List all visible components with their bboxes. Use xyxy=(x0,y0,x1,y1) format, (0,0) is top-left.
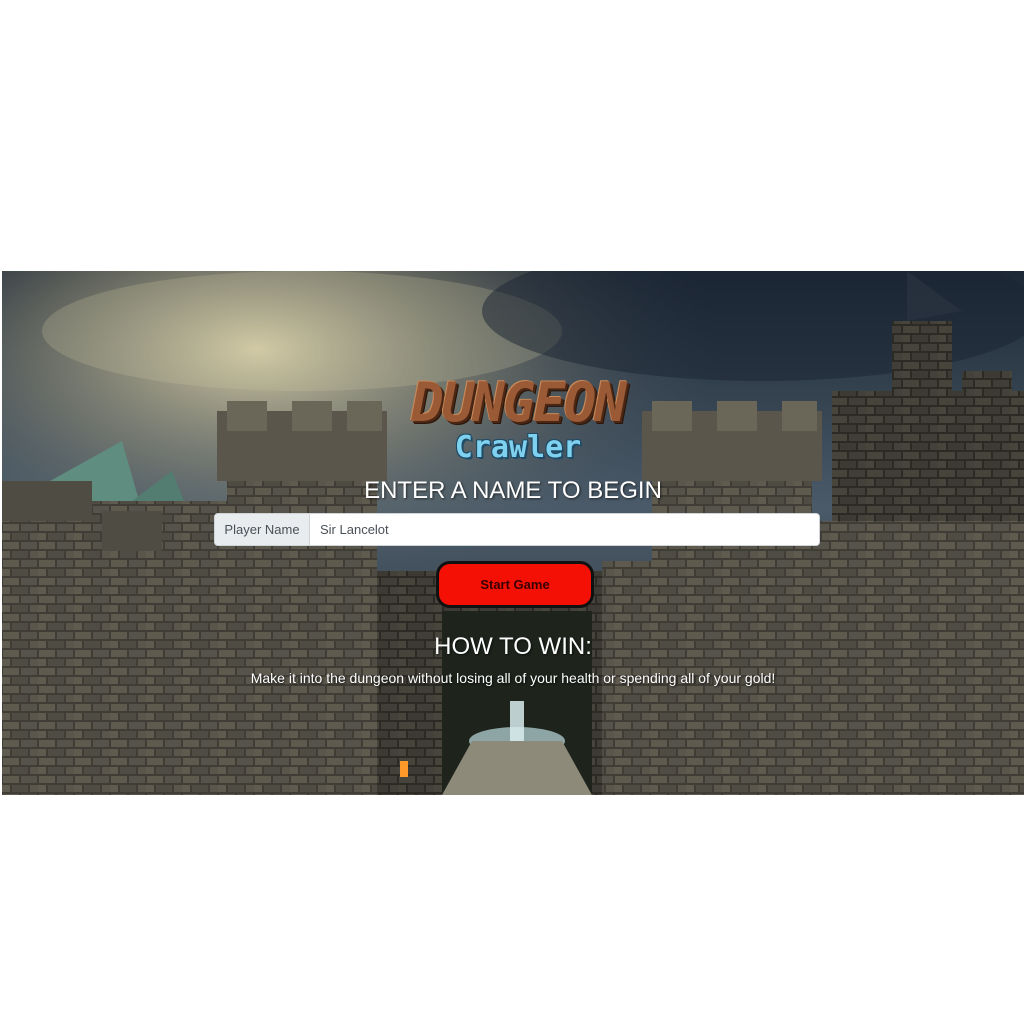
player-name-input[interactable] xyxy=(310,514,819,545)
how-to-win-text: Make it into the dungeon without losing … xyxy=(250,670,776,686)
player-name-group: Player Name xyxy=(214,513,820,546)
menu-overlay: DUNGEON Crawler ENTER A NAME TO BEGIN Pl… xyxy=(2,271,1024,795)
game-title-screen: DUNGEON Crawler ENTER A NAME TO BEGIN Pl… xyxy=(2,271,1024,795)
player-name-label: Player Name xyxy=(215,514,310,545)
how-to-win-heading: HOW TO WIN: xyxy=(434,633,592,660)
logo-title: DUNGEON xyxy=(411,371,627,434)
logo-subtitle: Crawler xyxy=(454,430,582,465)
start-game-button[interactable]: Start Game xyxy=(436,561,594,608)
game-logo: DUNGEON Crawler xyxy=(368,375,668,475)
enter-name-heading: ENTER A NAME TO BEGIN xyxy=(364,477,662,504)
